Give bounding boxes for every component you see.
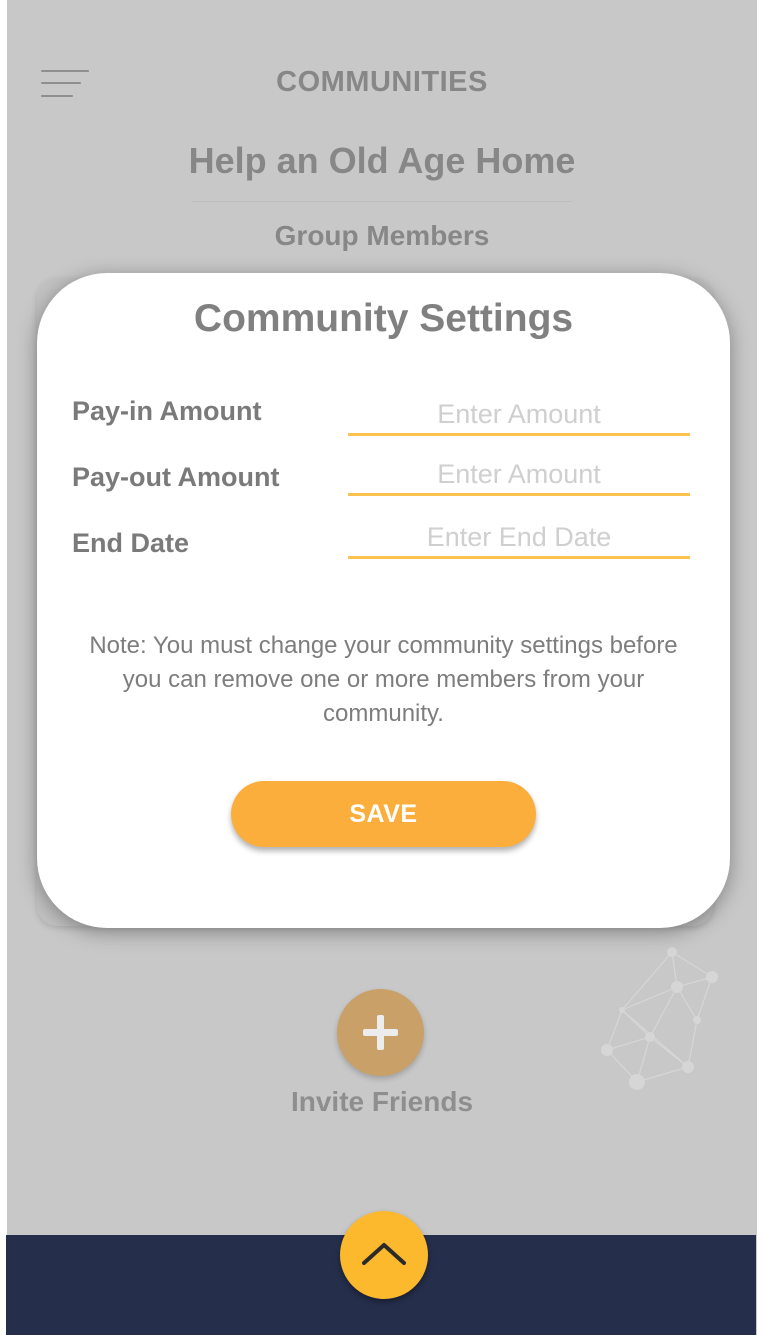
end-date-label: End Date	[72, 528, 190, 558]
settings-note: Note: You must change your community set…	[89, 632, 678, 727]
pay-out-amount-label: Pay-out Amount	[72, 462, 280, 492]
invite-friends-label[interactable]: Invite Friends	[7, 1086, 757, 1118]
pay-in-amount-label: Pay-in Amount	[72, 396, 262, 426]
expand-up-button[interactable]	[340, 1211, 428, 1299]
invite-friends-button[interactable]	[337, 989, 424, 1076]
end-date-input[interactable]	[348, 518, 690, 559]
pay-out-amount-input[interactable]	[348, 455, 690, 496]
modal-title: Community Settings	[193, 297, 574, 340]
save-button[interactable]: SAVE	[231, 781, 536, 847]
group-members-heading: Group Members	[274, 220, 490, 251]
chevron-up-icon	[362, 1243, 406, 1265]
page-title: COMMUNITIES	[276, 66, 488, 98]
title-divider	[192, 201, 572, 202]
pay-in-amount-input[interactable]	[348, 395, 690, 436]
network-graph-icon	[601, 947, 718, 1090]
community-name: Help an Old Age Home	[188, 140, 576, 181]
community-settings-modal: Community Settings Pay-in Amount Pay-out…	[37, 273, 730, 928]
